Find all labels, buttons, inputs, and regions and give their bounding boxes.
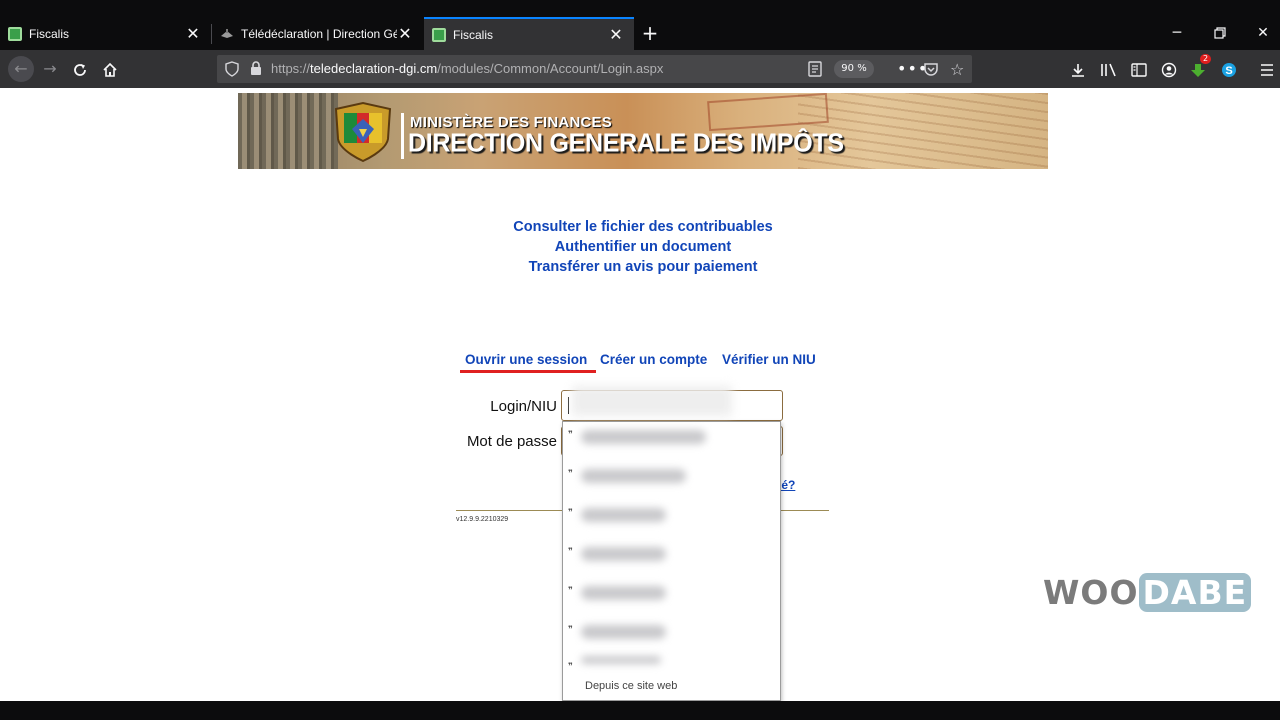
- link-authenticate-document[interactable]: Authentifier un document: [0, 237, 1280, 257]
- version-label: v12.9.9.2210329: [456, 516, 509, 523]
- login-niu-label: Login/NIU: [490, 398, 557, 415]
- downloads-icon[interactable]: [1067, 58, 1089, 80]
- autocomplete-item[interactable]: ❞: [563, 461, 780, 499]
- autocomplete-item[interactable]: ❞: [563, 500, 780, 538]
- fiscalis-favicon-icon: [8, 26, 22, 41]
- text-caret: [568, 397, 569, 414]
- svg-text:S: S: [1225, 65, 1232, 77]
- download-manager-extension-icon[interactable]: 2: [1188, 54, 1212, 80]
- blurred-entry: [581, 469, 686, 483]
- lock-icon[interactable]: [250, 61, 262, 80]
- page-content: MINISTÈRE DES FINANCES DIRECTION GENERAL…: [0, 88, 1280, 701]
- tab-title: Fiscalis: [29, 26, 70, 41]
- close-icon[interactable]: ✕: [397, 24, 413, 44]
- reader-view-icon[interactable]: [808, 61, 822, 81]
- url-bar[interactable]: https://teledeclaration-dgi.cm/modules/C…: [217, 55, 972, 83]
- home-icon[interactable]: [99, 58, 121, 80]
- autocomplete-blurred-value: [572, 386, 732, 416]
- tab-teledeclaration[interactable]: Télédéclaration | Direction Géné ✕: [212, 17, 423, 50]
- active-tab-underline: [460, 370, 596, 373]
- key-icon: ❞: [568, 586, 573, 596]
- blurred-entry: [581, 625, 666, 639]
- coat-of-arms-icon: [334, 101, 392, 163]
- tab-fiscalis-active[interactable]: Fiscalis ✕: [424, 17, 634, 50]
- reload-icon[interactable]: [69, 58, 91, 80]
- blurred-entry: [581, 656, 661, 664]
- account-icon[interactable]: [1158, 58, 1180, 80]
- sidebar-icon[interactable]: [1128, 58, 1150, 80]
- key-icon: ❞: [568, 430, 573, 440]
- pocket-icon[interactable]: [923, 61, 939, 81]
- window-close-icon[interactable]: ✕: [1243, 17, 1280, 50]
- watermark-part1: WOO: [1043, 573, 1139, 612]
- back-arrow-icon[interactable]: ←: [8, 56, 34, 82]
- woodabe-watermark: WOO DABE: [1043, 573, 1252, 612]
- key-icon: ❞: [568, 662, 573, 672]
- autocomplete-dropdown[interactable]: ❞ ❞ ❞ ❞ ❞ ❞ ❞ Depuis ce site web: [562, 421, 781, 701]
- browser-window: Fiscalis ✕ Télédéclaration | Direction G…: [0, 0, 1280, 720]
- tab-fiscalis-1[interactable]: Fiscalis ✕: [0, 17, 211, 50]
- close-icon[interactable]: ✕: [608, 25, 624, 45]
- url-path: /modules/Common/Account/Login.aspx: [437, 61, 664, 76]
- skype-icon[interactable]: S: [1218, 58, 1240, 80]
- tab-title: Fiscalis: [453, 27, 494, 42]
- autocomplete-item[interactable]: ❞: [563, 654, 780, 674]
- minimize-icon[interactable]: ─: [1157, 17, 1197, 50]
- navigation-toolbar: ← → https://teledeclaration-dgi.cm/modul…: [0, 50, 1280, 88]
- autocomplete-footer: Depuis ce site web: [585, 680, 678, 692]
- zoom-level-badge[interactable]: 90 %: [834, 60, 874, 78]
- autocomplete-item[interactable]: ❞: [563, 422, 780, 460]
- tab-create-account[interactable]: Créer un compte: [600, 352, 707, 367]
- fiscalis-favicon-icon: [432, 27, 446, 42]
- autocomplete-item[interactable]: ❞: [563, 578, 780, 616]
- tab-verify-niu[interactable]: Vérifier un NIU: [722, 352, 816, 367]
- banner-divider: [401, 113, 404, 159]
- library-icon[interactable]: [1098, 58, 1120, 80]
- autocomplete-item[interactable]: ❞: [563, 539, 780, 577]
- bottom-bar: [0, 701, 1280, 720]
- banner-city-photo: [238, 93, 338, 169]
- tab-strip: Fiscalis ✕ Télédéclaration | Direction G…: [0, 17, 1280, 50]
- forward-arrow-icon[interactable]: →: [39, 58, 61, 80]
- blurred-entry: [581, 430, 706, 444]
- dgi-banner: MINISTÈRE DES FINANCES DIRECTION GENERAL…: [238, 93, 1048, 169]
- watermark-part2: DABE: [1138, 573, 1252, 612]
- key-icon: ❞: [568, 469, 573, 479]
- key-icon: ❞: [568, 625, 573, 635]
- new-tab-plus-icon[interactable]: +: [640, 23, 660, 43]
- tab-title: Télédéclaration | Direction Géné: [241, 26, 397, 41]
- url-text[interactable]: https://teledeclaration-dgi.cm/modules/C…: [271, 61, 663, 76]
- banner-main-title: DIRECTION GENERALE DES IMPÔTS: [408, 128, 844, 158]
- auth-tabs: Ouvrir une session Créer un compte Vérif…: [458, 352, 888, 376]
- shield-icon[interactable]: [225, 61, 239, 81]
- blurred-entry: [581, 586, 666, 600]
- url-scheme: https://: [271, 61, 311, 76]
- autocomplete-item[interactable]: ❞: [563, 617, 780, 655]
- restore-icon[interactable]: [1200, 17, 1240, 50]
- downloads-count-badge: 2: [1200, 54, 1212, 64]
- tab-open-session[interactable]: Ouvrir une session: [465, 352, 587, 367]
- password-label: Mot de passe: [466, 433, 557, 450]
- hamburger-menu-icon[interactable]: [1256, 58, 1278, 80]
- quick-links: Consulter le fichier des contribuables A…: [0, 217, 1280, 277]
- link-transfer-payment-notice[interactable]: Transférer un avis pour paiement: [0, 257, 1280, 277]
- url-host: teledeclaration-dgi.cm: [310, 61, 438, 76]
- key-icon: ❞: [568, 547, 573, 557]
- bookmark-star-icon[interactable]: ☆: [950, 60, 964, 79]
- blurred-entry: [581, 547, 666, 561]
- hat-favicon-icon: [220, 27, 234, 41]
- blurred-entry: [581, 508, 666, 522]
- key-icon: ❞: [568, 508, 573, 518]
- link-consult-taxpayers[interactable]: Consulter le fichier des contribuables: [0, 217, 1280, 237]
- close-icon[interactable]: ✕: [185, 24, 201, 44]
